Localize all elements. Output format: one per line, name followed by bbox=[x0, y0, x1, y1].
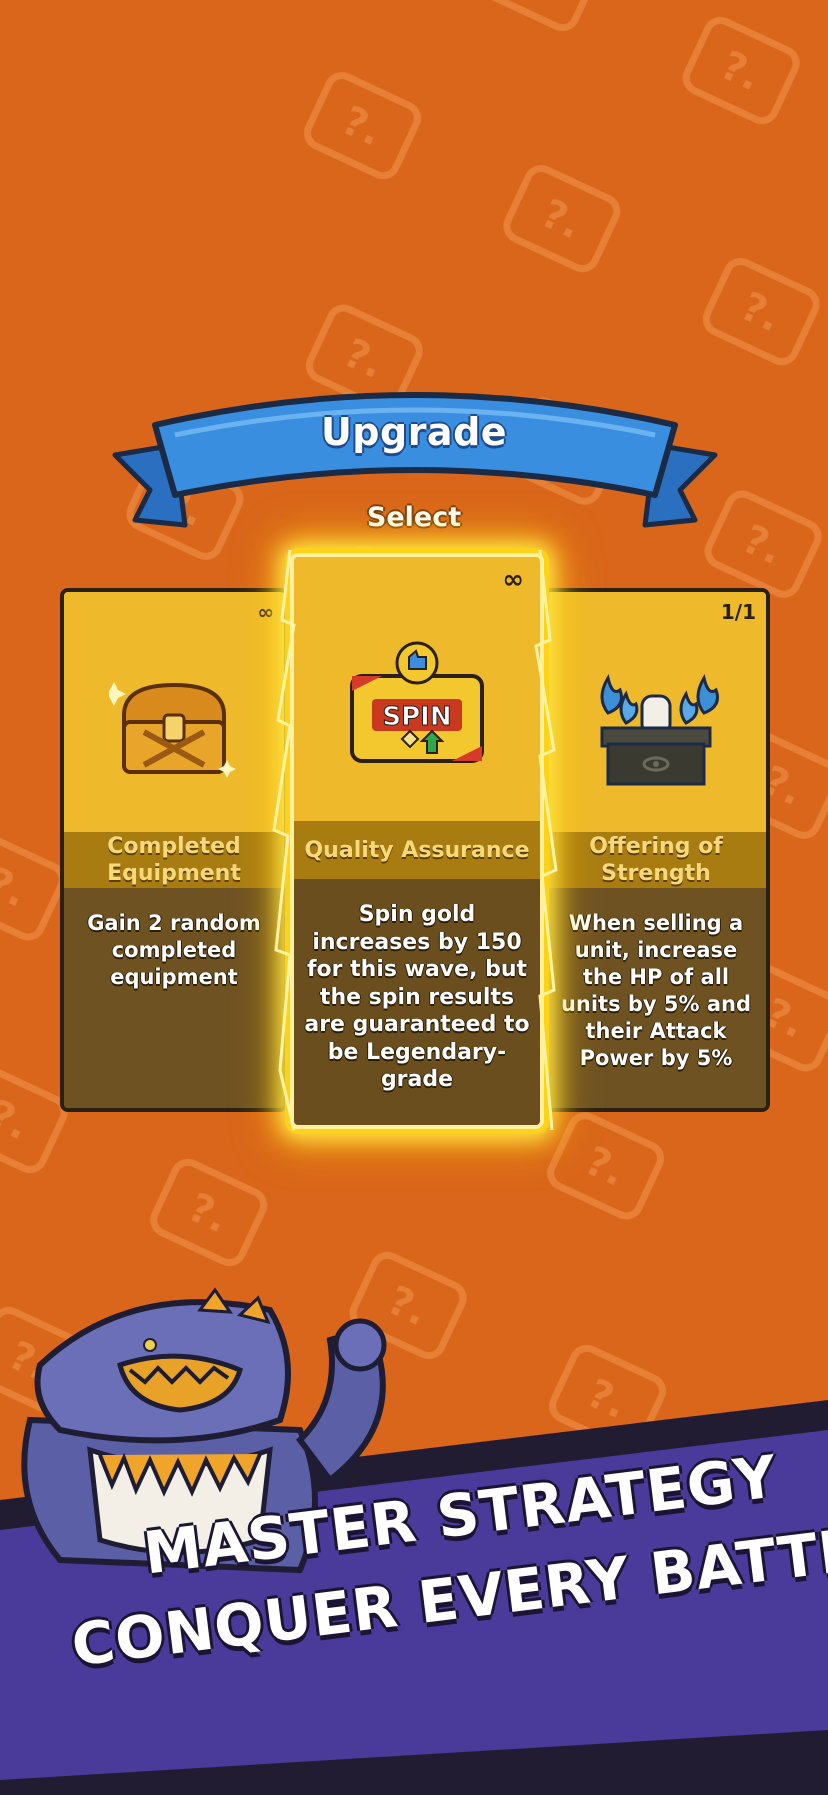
card-count: ∞ bbox=[257, 600, 274, 624]
card-count: ∞ bbox=[502, 565, 524, 595]
upgrade-card-quality-assurance[interactable]: ∞ SPIN Quality Assurance Spin gold incre… bbox=[290, 553, 544, 1129]
card-description: Gain 2 random completed equipment bbox=[87, 911, 261, 989]
spin-ticket-icon: SPIN bbox=[350, 641, 484, 763]
card-name: Offering of Strength bbox=[546, 832, 766, 888]
card-description: When selling a unit, increase the HP of … bbox=[560, 911, 752, 1070]
select-label: Select bbox=[366, 502, 462, 533]
card-description: Spin gold increases by 150 for this wave… bbox=[304, 902, 530, 1092]
treasure-chest-icon bbox=[109, 682, 236, 778]
spin-ticket-text: SPIN bbox=[382, 702, 451, 732]
upgrade-card-offering-of-strength[interactable]: 1/1 Offering of Strength When selling a … bbox=[542, 588, 770, 1112]
card-name: Completed Equipment bbox=[64, 832, 284, 888]
altar-icon bbox=[600, 674, 719, 786]
card-count: 1/1 bbox=[720, 600, 756, 624]
upgrade-card-completed-equipment[interactable]: ∞ Completed Equipment Gain 2 random comp… bbox=[60, 588, 288, 1112]
page-title: Upgrade bbox=[320, 410, 508, 454]
card-name: Quality Assurance bbox=[294, 821, 540, 879]
